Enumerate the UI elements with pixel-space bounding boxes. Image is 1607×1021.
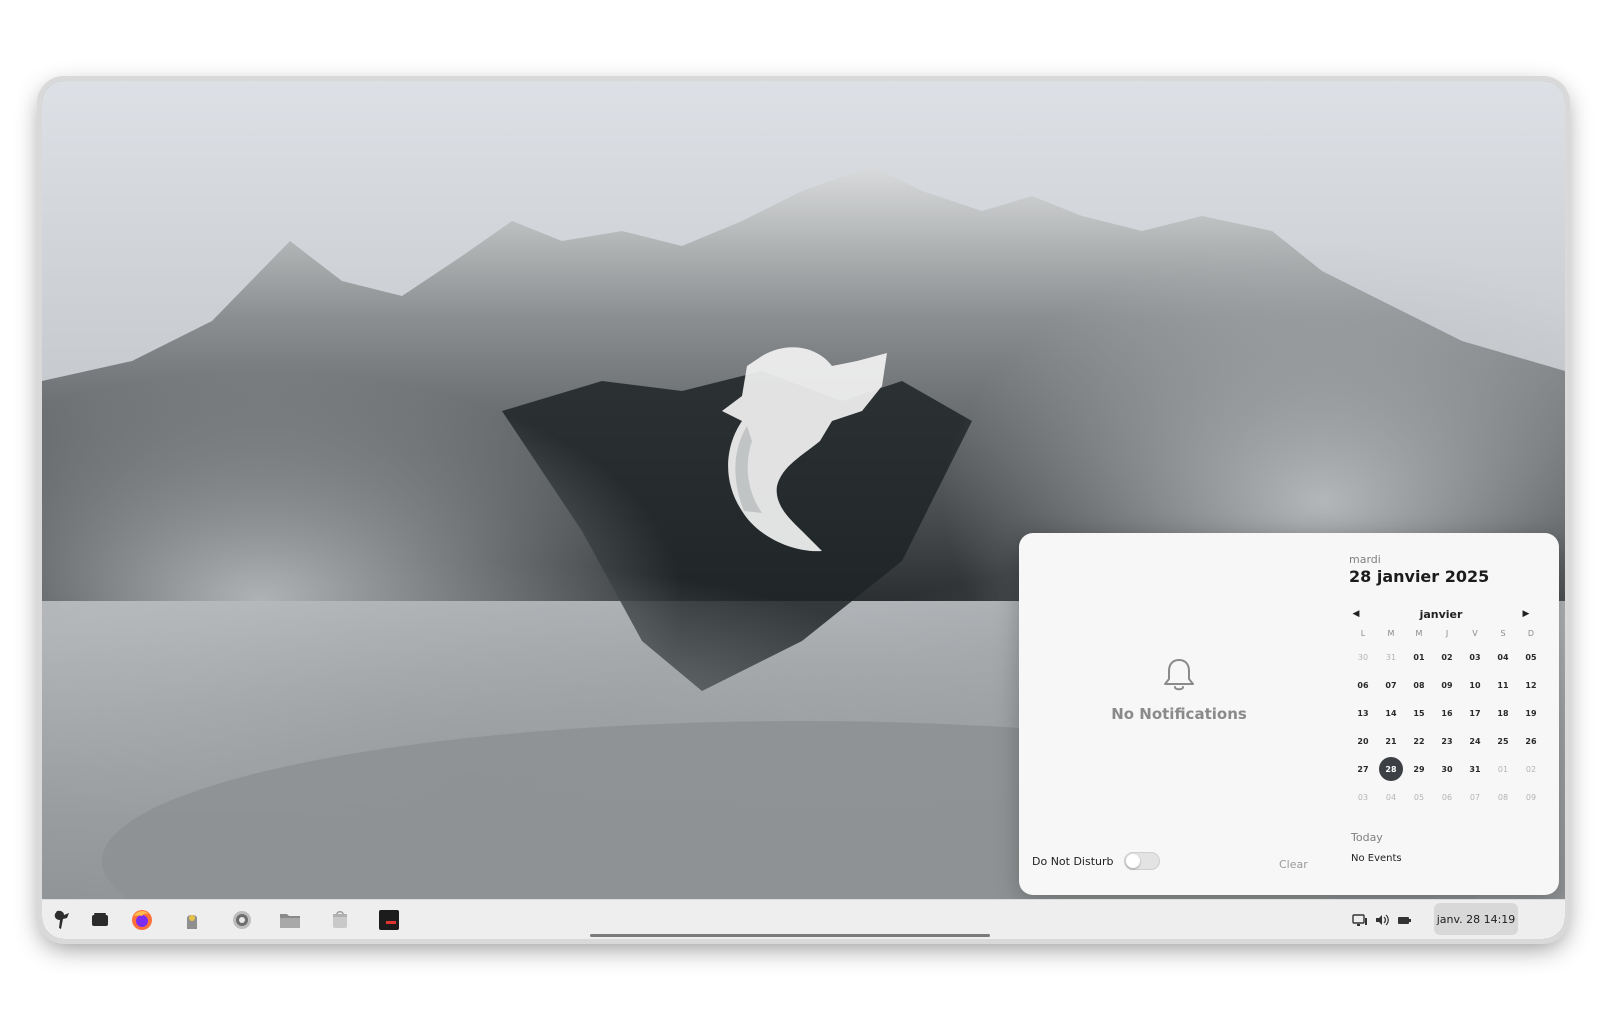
calendar-day[interactable]: 13	[1349, 699, 1377, 727]
calendar-day[interactable]: 18	[1489, 699, 1517, 727]
calendar-day[interactable]: 25	[1489, 727, 1517, 755]
next-month-icon[interactable]: ▶	[1519, 609, 1533, 619]
month-name: janvier	[1419, 607, 1463, 621]
weekday-header: M	[1387, 629, 1395, 638]
taskbar: janv. 28 14:19	[42, 899, 1565, 939]
weekday-header: V	[1472, 629, 1478, 638]
calendar-day[interactable]: 08	[1489, 783, 1517, 811]
calendar-day[interactable]: 19	[1517, 699, 1545, 727]
do-not-disturb-label: Do Not Disturb	[1032, 854, 1114, 868]
do-not-disturb-toggle[interactable]	[1123, 852, 1160, 870]
calendar-day[interactable]: 26	[1517, 727, 1545, 755]
clear-notifications-button[interactable]: Clear	[1279, 858, 1308, 871]
selected-day: 28	[1379, 757, 1403, 781]
calendar-day[interactable]: 03	[1461, 643, 1489, 671]
no-notifications-label: No Notifications	[1111, 705, 1247, 723]
calendar-day[interactable]: 02	[1517, 755, 1545, 783]
calendar-day[interactable]: 23	[1433, 727, 1461, 755]
events-heading: Today	[1351, 831, 1383, 844]
current-weekday: mardi	[1349, 553, 1381, 566]
calendar-day[interactable]: 12	[1517, 671, 1545, 699]
notifications-empty-state: No Notifications	[1019, 533, 1339, 845]
calendar-day[interactable]: 01	[1405, 643, 1433, 671]
volume-icon[interactable]	[1374, 912, 1390, 928]
calendar-day[interactable]: 17	[1461, 699, 1489, 727]
calendar-day[interactable]: 07	[1377, 671, 1405, 699]
calendar-day[interactable]: 14	[1377, 699, 1405, 727]
calendar-day[interactable]: 05	[1517, 643, 1545, 671]
calendar-day[interactable]: 20	[1349, 727, 1377, 755]
calendar-day[interactable]: 03	[1349, 783, 1377, 811]
calendar-day[interactable]: 02	[1433, 643, 1461, 671]
calendar-day[interactable]: 28	[1377, 755, 1405, 783]
weekday-header: M	[1415, 629, 1423, 638]
weekday-header: L	[1360, 629, 1366, 638]
weekday-header: D	[1527, 629, 1535, 638]
notification-calendar-popover: No Notifications Do Not Disturb Clear ma…	[1019, 533, 1559, 895]
settings-icon[interactable]	[228, 906, 256, 934]
calendar-day[interactable]: 31	[1377, 643, 1405, 671]
previous-month-icon[interactable]: ◀	[1349, 609, 1363, 619]
current-date: 28 janvier 2025	[1349, 567, 1490, 586]
weekday-header: S	[1500, 629, 1506, 638]
calendar-day[interactable]: 08	[1405, 671, 1433, 699]
calendar-day[interactable]: 07	[1461, 783, 1489, 811]
calendar-day[interactable]: 22	[1405, 727, 1433, 755]
firefox-icon[interactable]	[128, 906, 156, 934]
software-store-icon[interactable]	[326, 906, 354, 934]
calendar-day[interactable]: 06	[1349, 671, 1377, 699]
weekday-headers: LMMJVSD	[1349, 629, 1545, 638]
calendar-day[interactable]: 06	[1433, 783, 1461, 811]
desktop-screen: No Notifications Do Not Disturb Clear ma…	[42, 81, 1565, 939]
calendar-day[interactable]: 24	[1461, 727, 1489, 755]
user-switch-icon[interactable]	[178, 906, 206, 934]
taskbar-clock[interactable]: janv. 28 14:19	[1434, 903, 1518, 935]
calendar-day[interactable]: 04	[1489, 643, 1517, 671]
calendar-day[interactable]: 30	[1433, 755, 1461, 783]
calendar-day[interactable]: 10	[1461, 671, 1489, 699]
terminal-icon[interactable]	[375, 906, 403, 934]
month-navigation: ◀ janvier ▶	[1349, 605, 1533, 623]
calendar-day[interactable]: 27	[1349, 755, 1377, 783]
files-icon[interactable]	[276, 906, 304, 934]
calendar-day[interactable]: 09	[1517, 783, 1545, 811]
network-icon[interactable]	[1352, 912, 1368, 928]
toggle-knob	[1125, 854, 1140, 868]
calendar-day[interactable]: 15	[1405, 699, 1433, 727]
calendar-day[interactable]: 29	[1405, 755, 1433, 783]
calendar-day[interactable]: 05	[1405, 783, 1433, 811]
calendar-day[interactable]: 30	[1349, 643, 1377, 671]
events-empty-label: No Events	[1351, 853, 1402, 864]
window-overview-icon[interactable]	[86, 906, 114, 934]
window-indicator	[590, 934, 990, 937]
app-menu-icon[interactable]	[48, 906, 76, 934]
bell-icon	[1164, 659, 1194, 691]
calendar-day[interactable]: 31	[1461, 755, 1489, 783]
calendar-day[interactable]: 04	[1377, 783, 1405, 811]
battery-icon[interactable]	[1396, 912, 1412, 928]
calendar-day[interactable]: 01	[1489, 755, 1517, 783]
calendar-day[interactable]: 21	[1377, 727, 1405, 755]
calendar-day[interactable]: 09	[1433, 671, 1461, 699]
calendar-panel: mardi 28 janvier 2025 ◀ janvier ▶ LMMJVS…	[1349, 533, 1559, 895]
weekday-header: J	[1445, 629, 1449, 638]
calendar-day[interactable]: 16	[1433, 699, 1461, 727]
calendar-grid: 30 31 01 02 03 04 05 06 07 08 09 10 11 12 13 14 15 16 17 18…	[1349, 643, 1545, 811]
calendar-day[interactable]: 11	[1489, 671, 1517, 699]
